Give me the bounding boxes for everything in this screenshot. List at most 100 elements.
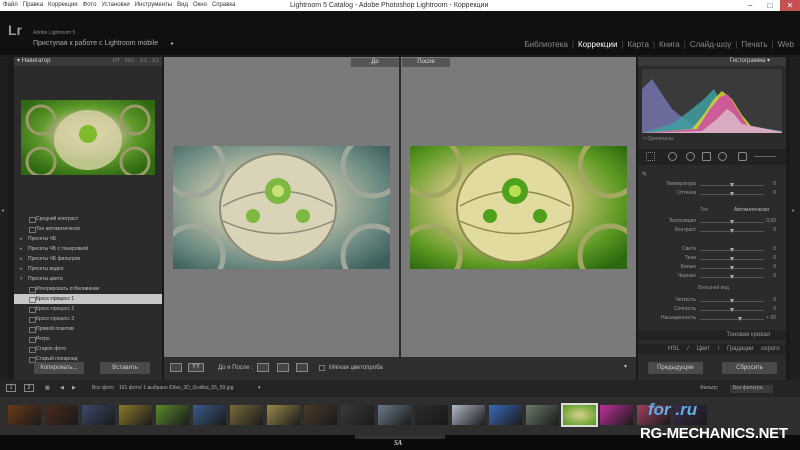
- slider-knob[interactable]: [737, 317, 742, 321]
- graduated-filter-icon[interactable]: [702, 152, 711, 161]
- preset-item[interactable]: Пресеты цвета: [14, 274, 162, 284]
- copy-button[interactable]: Копировать...: [34, 362, 84, 374]
- slider-knob[interactable]: [730, 308, 734, 312]
- zoom-1-1[interactable]: 1:1: [140, 57, 147, 66]
- filter-dropdown[interactable]: Без фильтра: [730, 385, 773, 393]
- menu-item[interactable]: Справка: [212, 2, 236, 8]
- slider-row[interactable]: Четкость 0: [638, 297, 786, 306]
- module-tab[interactable]: Слайд-шоу: [690, 40, 731, 49]
- reset-button[interactable]: Сбросить: [722, 362, 777, 374]
- play-icon[interactable]: ▸: [171, 40, 174, 47]
- filmstrip-thumbnail[interactable]: [156, 405, 189, 425]
- brush-icon[interactable]: [738, 152, 747, 161]
- slider-knob[interactable]: [730, 257, 734, 261]
- collapse-icon[interactable]: ▾: [767, 58, 770, 64]
- module-tab[interactable]: Печать: [741, 40, 767, 49]
- left-edge-bar[interactable]: ◂: [0, 57, 8, 380]
- zoom-fit[interactable]: FIT: [113, 57, 121, 66]
- swap-right-icon[interactable]: [277, 363, 289, 372]
- after-photo[interactable]: [410, 146, 627, 269]
- preset-item[interactable]: Пресеты ЧБ с тонировкой: [14, 244, 162, 254]
- filmstrip-thumbnail[interactable]: [526, 405, 559, 425]
- filmstrip-thumbnail[interactable]: [193, 405, 226, 425]
- menu-item[interactable]: Окно: [193, 2, 207, 8]
- module-tab[interactable]: Книга: [659, 40, 680, 49]
- back-icon[interactable]: ◀: [60, 385, 64, 391]
- filmstrip-thumbnail[interactable]: [267, 405, 300, 425]
- menu-item[interactable]: Правка: [23, 2, 43, 8]
- minimize-button[interactable]: –: [740, 0, 760, 11]
- tone-curve-header[interactable]: Тоновая кривая: [638, 330, 786, 340]
- monitor-1-button[interactable]: 1: [6, 384, 16, 392]
- previous-button[interactable]: Предыдущие: [648, 362, 703, 374]
- filmstrip-thumbnail[interactable]: [341, 405, 374, 425]
- filmstrip-thumbnail[interactable]: [600, 405, 633, 425]
- slider-knob[interactable]: [730, 183, 734, 187]
- slider-row[interactable]: Контраст 0: [638, 227, 786, 236]
- module-tab[interactable]: Web: [778, 40, 794, 49]
- compare-viewer[interactable]: До После: [164, 57, 636, 357]
- preset-item[interactable]: Кросс-процесс 2: [14, 304, 162, 314]
- slider-knob[interactable]: [730, 275, 734, 279]
- menu-item[interactable]: Коррекции: [48, 2, 78, 8]
- filmstrip-thumbnail[interactable]: [45, 405, 78, 425]
- module-tab[interactable]: Библиотека: [524, 40, 568, 49]
- menu-item[interactable]: Вид: [177, 2, 188, 8]
- maximize-button[interactable]: □: [760, 0, 780, 11]
- module-tab[interactable]: Коррекции: [578, 40, 617, 49]
- toolbar-menu-icon[interactable]: ▾: [624, 363, 627, 370]
- preset-item[interactable]: Кросс-процесс 3: [14, 314, 162, 324]
- tab-grayscale[interactable]: Градации серого: [727, 346, 780, 352]
- filmstrip-thumbnail[interactable]: [415, 405, 448, 425]
- forward-icon[interactable]: ▶: [72, 385, 76, 391]
- paste-button[interactable]: Вставить: [100, 362, 150, 374]
- zoom-3-1[interactable]: 3:1: [152, 57, 159, 66]
- preset-item[interactable]: Кросс-процесс 1: [14, 294, 162, 304]
- source-label[interactable]: Все фото: [92, 385, 114, 391]
- slider-row[interactable]: Света 0: [638, 246, 786, 255]
- preset-item[interactable]: Старое фото: [14, 344, 162, 354]
- eyedropper-icon[interactable]: ✎: [642, 171, 647, 178]
- navigator-header[interactable]: ▾ Навигатор FIT FILL 1:1 3:1: [14, 57, 162, 66]
- slider-row[interactable]: Тени 0: [638, 255, 786, 264]
- preset-item[interactable]: Прямой позитив: [14, 324, 162, 334]
- slider-knob[interactable]: [730, 299, 734, 303]
- slider-knob[interactable]: [730, 192, 734, 196]
- tab-color[interactable]: Цвет: [696, 346, 709, 352]
- slider-row[interactable]: Сочность 0: [638, 306, 786, 315]
- module-tab[interactable]: Карта: [628, 40, 649, 49]
- preset-item[interactable]: Средний контраст: [14, 214, 162, 224]
- before-after-icon[interactable]: YY: [188, 363, 204, 372]
- red-eye-icon[interactable]: [686, 152, 695, 161]
- slider-row[interactable]: Температура 0: [638, 181, 786, 190]
- mobile-link[interactable]: Приступая к работе с Lightroom mobile: [33, 40, 158, 47]
- menu-item[interactable]: Установки: [101, 2, 129, 8]
- collapse-left-icon[interactable]: ◂: [1, 207, 4, 214]
- crop-icon[interactable]: [646, 152, 655, 161]
- slider-track[interactable]: [700, 319, 764, 320]
- close-button[interactable]: ✕: [780, 0, 800, 11]
- filmstrip-thumbnail[interactable]: [304, 405, 337, 425]
- swap-left-icon[interactable]: [257, 363, 269, 372]
- auto-tone-button[interactable]: Автоматически: [734, 207, 769, 213]
- preset-item[interactable]: Пресеты ЧБ: [14, 234, 162, 244]
- radial-filter-icon[interactable]: [718, 152, 727, 161]
- filmstrip-thumbnail[interactable]: [82, 405, 115, 425]
- soft-proof-checkbox[interactable]: [319, 365, 325, 371]
- brush-size-slider[interactable]: [754, 156, 776, 157]
- slider-row[interactable]: Насыщенность + 20: [638, 315, 786, 324]
- slider-row[interactable]: Оттенок 0: [638, 190, 786, 199]
- slider-knob[interactable]: [730, 248, 734, 252]
- preset-item[interactable]: Пресеты ЧБ фильтров: [14, 254, 162, 264]
- slider-row[interactable]: Черные 0: [638, 273, 786, 282]
- monitor-2-button[interactable]: 2: [24, 384, 34, 392]
- slider-row[interactable]: Белые 0: [638, 264, 786, 273]
- navigator-preview[interactable]: [21, 100, 155, 175]
- slider-knob[interactable]: [730, 266, 734, 270]
- zoom-fill[interactable]: FILL: [125, 57, 135, 66]
- slider-knob[interactable]: [730, 220, 734, 224]
- filmstrip-thumbnail[interactable]: [489, 405, 522, 425]
- before-photo[interactable]: [173, 146, 390, 269]
- menu-item[interactable]: Файл: [3, 2, 18, 8]
- filmstrip-thumbnail[interactable]: [452, 405, 485, 425]
